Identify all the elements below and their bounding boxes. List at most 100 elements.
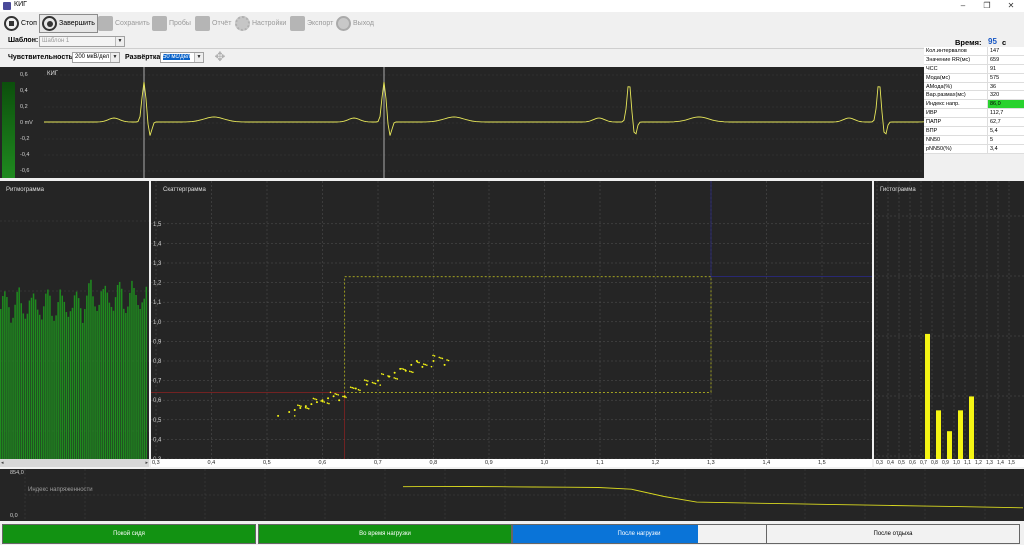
scatter-point (446, 359, 448, 361)
scroll-right-icon[interactable]: ▸ (145, 460, 148, 466)
scroll-left-icon[interactable]: ◂ (1, 460, 4, 466)
rhythmogram-bar (38, 314, 41, 459)
chevron-down-icon: ▼ (115, 37, 124, 46)
rhythmogram-bar (14, 304, 16, 459)
toolbar: Стоп Завершить Сохранить Пробы Отчёт Нас… (0, 12, 1024, 34)
rhythmogram-bar (73, 295, 76, 459)
scatter-point (447, 359, 450, 362)
stop-icon (4, 16, 19, 31)
rhythmogram-bar (77, 298, 80, 459)
param-value: 86,0 (988, 100, 1024, 109)
rhythmogram-bar (145, 286, 148, 459)
scatter-x-tick: 1,0 (540, 460, 549, 466)
exit-button[interactable]: Выход (334, 14, 376, 33)
param-name: ВПР (924, 127, 988, 135)
rhythmogram-bar (47, 289, 49, 459)
samples-button[interactable]: Пробы (150, 14, 193, 33)
rhythmogram-bar (143, 298, 145, 459)
scatter-point (373, 382, 375, 384)
scatter-point (334, 393, 336, 395)
stage-button[interactable]: Покой сидя (2, 524, 256, 544)
scatter-point (306, 407, 308, 409)
param-name: pNN50(%) (924, 144, 988, 153)
scatter-y-tick: 1,1 (153, 300, 162, 306)
scatter-point (357, 388, 360, 391)
minimize-button[interactable]: – (952, 0, 974, 12)
scatter-point (394, 377, 397, 380)
export-button[interactable]: Экспорт (288, 14, 335, 33)
table-row: Кол.интервалов 147 (924, 47, 1024, 56)
scatter-y-tick: 0,7 (153, 379, 162, 385)
rhythmogram-bar (26, 313, 29, 459)
settings-button[interactable]: Настройки (233, 14, 288, 33)
stage-button[interactable]: После нагрузки (512, 524, 766, 544)
scatter-x-tick: 1,1 (596, 460, 604, 466)
rhythmogram-bar (69, 311, 72, 459)
rhythmogram-bar (12, 317, 14, 459)
scatter-point (349, 386, 352, 388)
app-icon (3, 2, 11, 10)
scatter-point (396, 378, 399, 380)
table-row: ПАПР 62,7 (924, 118, 1024, 128)
scattergram-panel: Скаттерграмма 1,5 1,4 1,3 1,2 1,1 1,0 0,9 0,8 0,… (151, 181, 872, 459)
histogram-x-tick: 1,2 (975, 460, 982, 466)
report-button[interactable]: Отчёт (193, 14, 233, 33)
scatter-point (351, 386, 354, 389)
histogram-x-tick: 0,3 (876, 460, 883, 466)
scatter-point (441, 357, 444, 360)
rhythmogram-bar (36, 309, 39, 459)
rhythmogram-bar (108, 302, 111, 459)
rhythmogram-bar (104, 285, 107, 459)
fit-screen-icon[interactable]: ✥ (213, 50, 227, 64)
rhythmogram-chart (0, 220, 149, 459)
param-value: 5,4 (990, 128, 998, 135)
table-row: Индекс напр. 86,0 (924, 100, 1024, 110)
histogram-bar (925, 333, 930, 459)
rhythmogram-bar (127, 306, 129, 459)
scatter-point (382, 373, 385, 376)
rhythmogram-scrollbar[interactable]: ◂ ▸ (0, 459, 149, 467)
template-select[interactable]: Шаблон 1 ▼ (39, 36, 125, 47)
ecg-panel: КИГ 0,6 0,4 0,2 0 mV -0,2 -0,4 -0,6 (0, 67, 924, 178)
histogram-x-tick: 0,7 (920, 460, 927, 466)
template-label: Шаблон: (8, 37, 39, 44)
scatter-point (277, 414, 280, 417)
rhythmogram-bar (137, 305, 139, 459)
stage-button[interactable]: Во время нагрузки (258, 524, 512, 544)
rhythmogram-bar (120, 288, 123, 459)
scatter-point (443, 363, 446, 366)
rhythmogram-bar (131, 280, 133, 459)
rhythmogram-bar (55, 315, 57, 459)
rhythmogram-bar (110, 306, 113, 459)
save-button[interactable]: Сохранить (96, 14, 152, 33)
scatter-point (298, 404, 301, 407)
param-value: 659 (990, 56, 1000, 63)
rhythmogram-bar (32, 293, 35, 459)
sweep-select[interactable]: 50 мс/дел ▼ (160, 52, 204, 63)
scatter-x-tick: 1,2 (651, 460, 660, 466)
rhythmogram-bar (71, 307, 74, 459)
scatter-y-tick: 0,9 (153, 339, 162, 345)
finish-button[interactable]: Завершить (39, 14, 98, 33)
rhythmogram-bar (79, 308, 82, 459)
close-button[interactable]: ✕ (1000, 0, 1022, 12)
scatter-point (379, 384, 382, 386)
scatter-y-tick: 0,4 (153, 437, 162, 443)
rhythmogram-bar (123, 308, 125, 459)
stop-button[interactable]: Стоп (2, 14, 39, 33)
scatter-x-tick: 1,5 (818, 460, 826, 466)
rhythmogram-bar (90, 279, 92, 459)
scatter-point (380, 373, 383, 375)
restore-button[interactable]: ❐ (976, 0, 998, 12)
stage-label: Покой сидя (113, 531, 145, 537)
stage-label: После нагрузки (617, 531, 661, 537)
record-icon (42, 16, 57, 31)
scattergram-chart: 1,5 1,4 1,3 1,2 1,1 1,0 0,9 0,8 0,7 0,6 0,5 0,4 0,3 (151, 181, 872, 459)
stage-button[interactable]: После отдыха (766, 524, 1020, 544)
sensitivity-select[interactable]: 200 мкВ/дел ▼ (72, 52, 120, 63)
divider (0, 48, 924, 49)
histogram-x-tick: 1,4 (997, 460, 1004, 466)
scatter-point (304, 405, 307, 408)
export-icon (290, 16, 305, 31)
scatter-y-tick: 0,3 (153, 457, 162, 459)
